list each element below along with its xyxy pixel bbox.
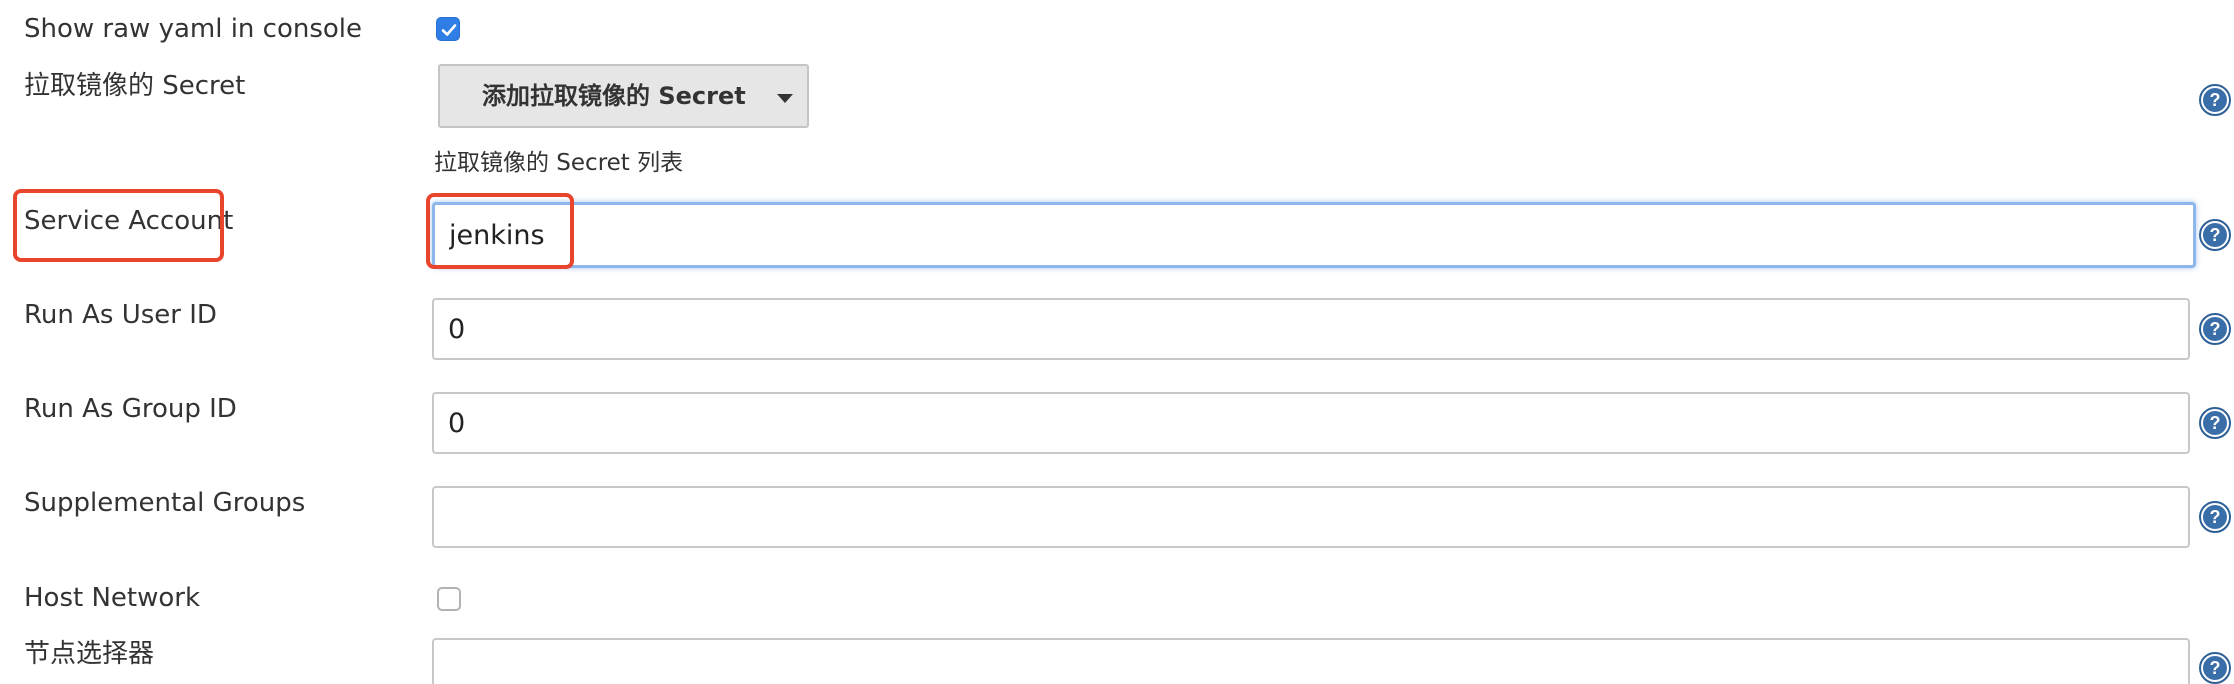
host-network-checkbox[interactable] [437, 587, 461, 611]
show-raw-yaml-label: Show raw yaml in console [24, 14, 363, 44]
svg-text:?: ? [2210, 507, 2221, 527]
supplemental-groups-label: Supplemental Groups [24, 488, 306, 518]
show-raw-yaml-checkbox[interactable] [436, 17, 460, 41]
svg-text:?: ? [2210, 90, 2221, 110]
add-image-pull-secret-button-label: 添加拉取镜像的 Secret [482, 82, 746, 110]
host-network-label: Host Network [24, 583, 201, 613]
node-selector-input[interactable] [432, 638, 2190, 684]
add-image-pull-secret-button[interactable]: 添加拉取镜像的 Secret [438, 64, 809, 128]
help-icon[interactable]: ? [2199, 652, 2231, 684]
svg-text:?: ? [2210, 319, 2221, 339]
help-icon[interactable]: ? [2199, 407, 2231, 439]
checkmark-icon [441, 24, 457, 36]
run-as-user-id-label: Run As User ID [24, 300, 217, 330]
run-as-group-id-label: Run As Group ID [24, 394, 237, 424]
run-as-group-id-input[interactable] [432, 392, 2190, 454]
help-icon[interactable]: ? [2199, 219, 2231, 251]
node-selector-label: 节点选择器 [24, 639, 155, 669]
image-pull-secret-hint: 拉取镜像的 Secret 列表 [434, 150, 684, 176]
service-account-input[interactable] [432, 202, 2196, 268]
help-icon[interactable]: ? [2199, 501, 2231, 533]
pod-template-settings-form: Show raw yaml in console 拉取镜像的 Secret 添加… [0, 0, 2234, 684]
run-as-user-id-input[interactable] [432, 298, 2190, 360]
supplemental-groups-input[interactable] [432, 486, 2190, 548]
svg-text:?: ? [2210, 225, 2221, 245]
image-pull-secret-label: 拉取镜像的 Secret [24, 71, 246, 101]
svg-text:?: ? [2210, 413, 2221, 433]
help-icon[interactable]: ? [2199, 313, 2231, 345]
help-icon[interactable]: ? [2199, 84, 2231, 116]
svg-text:?: ? [2210, 658, 2221, 678]
caret-down-icon [777, 94, 793, 103]
service-account-label: Service Account [24, 206, 234, 236]
